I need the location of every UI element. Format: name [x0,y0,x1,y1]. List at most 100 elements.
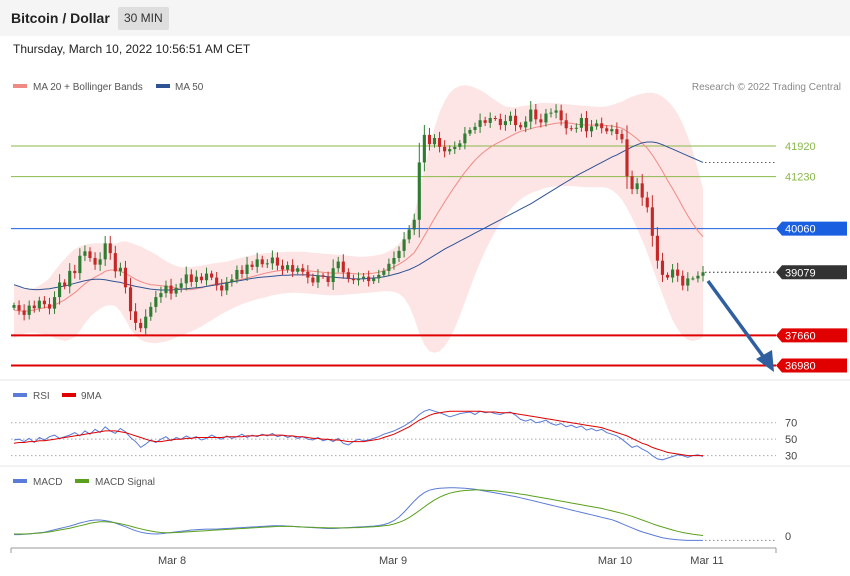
legend-macd-swatch [13,479,27,483]
candle-body [32,305,36,309]
candle-body [144,316,148,329]
candle-body [605,128,609,132]
candle-body [427,134,431,145]
candle-body [534,109,538,120]
credit-text: Research © 2022 Trading Central [692,82,841,93]
candle-body [306,271,310,278]
macd-signal-line [14,489,704,536]
rsi-tick-30: 30 [785,451,797,463]
legend-9ma-label: 9MA [81,391,102,402]
candle-body [149,306,153,317]
candle-body [503,121,507,126]
candle-body [108,243,112,254]
level-label-39079: 39079 [785,267,816,279]
legend-ma20-label: MA 20 + Bollinger Bands [33,82,143,93]
candle-body [508,115,513,122]
candle-body [468,130,472,134]
candle-body [321,275,325,277]
candle-body [478,120,482,127]
candle-body [356,278,361,281]
candle-body [245,264,249,274]
candle-body [361,276,366,279]
candle-body [387,263,391,271]
candle-body [422,134,426,163]
candle-body [392,258,396,264]
candle-body [696,275,700,279]
candle-body [524,121,528,128]
candle-body [204,273,209,281]
candle-body [230,279,234,282]
time-tick-label: Mar 11 [690,555,723,567]
candle-body [139,322,143,329]
candle-body [417,162,421,220]
legend-macd-signal-swatch [75,479,89,483]
candle-body [225,282,229,291]
candle-body [513,115,518,126]
candle-body [463,133,467,144]
candle-body [220,285,224,291]
macd-line [14,487,703,541]
candle-body [93,258,97,265]
candle-body [103,243,107,260]
candle-body [372,278,376,282]
candle-body [448,149,452,152]
candle-body [367,276,371,282]
candle-body [17,305,21,311]
candle-body [301,268,305,272]
candle-body [250,264,254,267]
candle-body [453,146,457,150]
candle-body [255,259,259,267]
candle-body [179,283,183,288]
candle-body [549,112,553,114]
candle-body [83,251,87,256]
candle-body [539,119,543,123]
candle-body [63,282,67,287]
candle-body [12,305,16,308]
candle-body [189,274,193,282]
candle-body [326,276,330,282]
macd-tick-0: 0 [785,531,791,543]
candle-body [280,265,285,270]
candle-body [351,278,356,281]
legend-rsi-swatch [13,393,27,397]
time-tick-label: Mar 8 [158,555,186,567]
candle-body [199,276,204,281]
candle-body [458,143,462,147]
legend-ma50-label: MA 50 [175,82,204,93]
candle-body [265,263,269,265]
candle-body [52,297,57,309]
candle-body [529,109,533,122]
candle-body [331,268,335,282]
candle-body [27,305,31,315]
rsi-9ma-line [13,410,703,457]
candle-body [473,126,477,130]
candle-body [346,272,350,279]
time-tick-label: Mar 9 [379,555,407,567]
candle-body [291,265,295,272]
candle-body [118,267,122,272]
candle-body [311,277,315,283]
candle-body [519,125,523,128]
candle-body [595,123,599,127]
candle-body [600,123,604,129]
candle-body [488,118,492,123]
candle-body [37,300,41,309]
candle-body [665,274,670,278]
candle-body [584,118,589,132]
chart-widget: Bitcoin / Dollar 30 MIN Thursday, March … [0,0,850,576]
legend-macd-label: MACD [33,477,62,488]
candle-body [640,183,644,198]
candle-body [58,282,62,298]
candle-body [194,276,198,282]
candle-body [650,207,654,236]
candle-body [676,269,680,276]
candle-body [655,235,659,261]
candle-body [286,265,290,270]
candle-body [164,285,168,294]
candle-body [169,285,173,294]
candle-body [260,259,264,265]
legend-ma50-swatch [156,84,170,88]
candle-body [493,118,497,119]
candle-body [235,270,239,280]
candle-body [42,300,46,305]
